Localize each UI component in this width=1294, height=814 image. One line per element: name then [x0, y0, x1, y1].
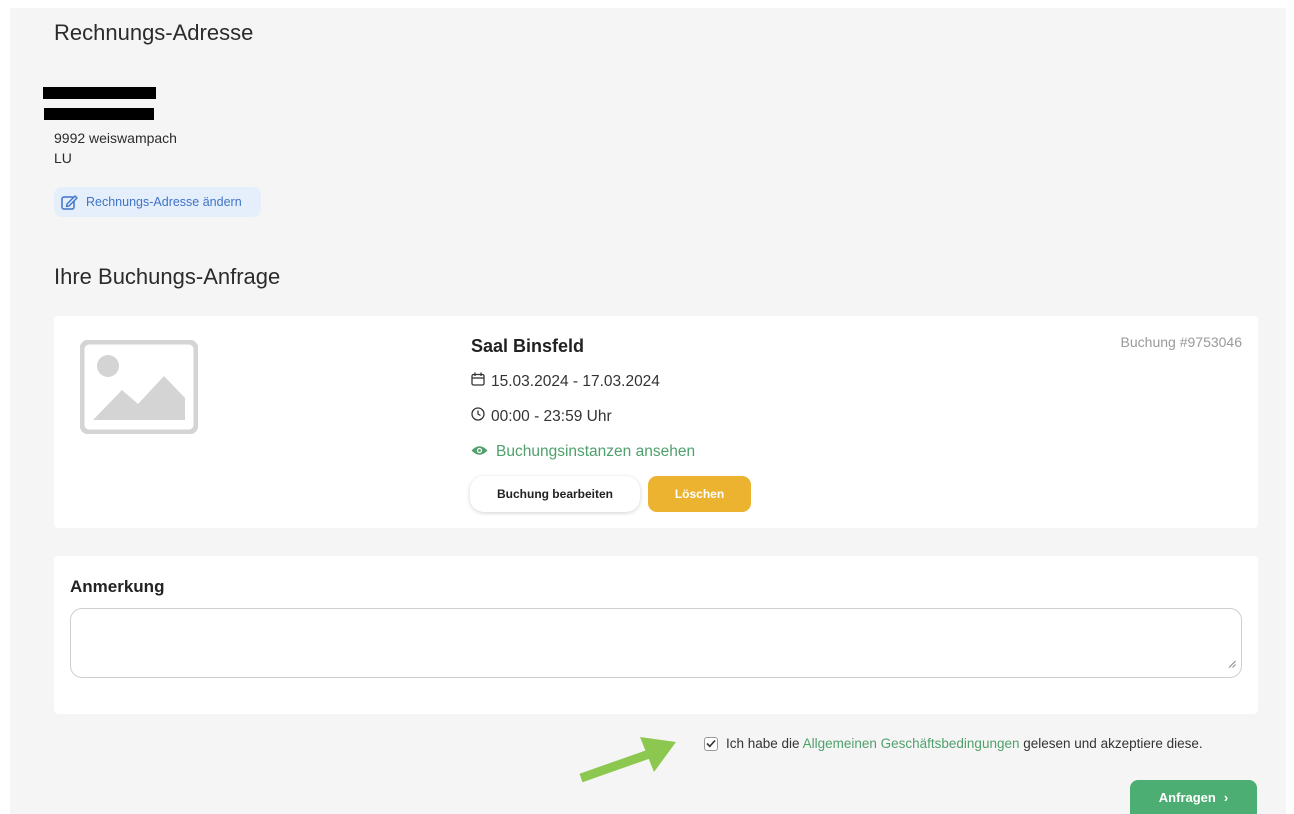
delete-booking-button[interactable]: Löschen	[648, 476, 751, 512]
terms-row: Ich habe die Allgemeinen Geschäftsbeding…	[704, 736, 1203, 751]
calendar-icon	[471, 372, 485, 391]
redacted-name	[43, 87, 156, 99]
terms-text: Ich habe die Allgemeinen Geschäftsbeding…	[726, 736, 1203, 751]
note-textarea[interactable]	[70, 608, 1242, 678]
booking-heading: Ihre Buchungs-Anfrage	[54, 264, 281, 289]
terms-link[interactable]: Allgemeinen Geschäftsbedingungen	[803, 736, 1020, 751]
image-placeholder-icon	[79, 339, 199, 439]
terms-prefix: Ich habe die	[726, 736, 800, 751]
address-city-line: 9992 weiswampach	[54, 130, 177, 146]
note-card: Anmerkung	[54, 556, 1258, 714]
submit-request-button[interactable]: Anfragen ›	[1130, 780, 1257, 814]
checkmark-icon	[706, 739, 716, 748]
arrow-annotation-icon	[578, 736, 680, 789]
chevron-right-icon: ›	[1223, 789, 1229, 805]
note-label: Anmerkung	[70, 577, 165, 596]
address-country-line: LU	[54, 150, 72, 166]
date-range-text: 15.03.2024 - 17.03.2024	[491, 372, 660, 390]
edit-booking-button[interactable]: Buchung bearbeiten	[470, 476, 640, 512]
booking-id: Buchung #9753046	[1120, 334, 1242, 350]
date-row: 15.03.2024 - 17.03.2024	[471, 372, 660, 391]
redacted-street	[44, 108, 154, 120]
submit-request-label: Anfragen	[1158, 789, 1216, 805]
pencil-square-icon	[61, 194, 79, 210]
time-row: 00:00 - 23:59 Uhr	[471, 407, 612, 426]
booking-card: Saal Binsfeld Buchung #9753046 15.03.202…	[54, 316, 1258, 528]
time-range-text: 00:00 - 23:59 Uhr	[491, 407, 612, 425]
billing-heading: Rechnungs-Adresse	[54, 20, 254, 45]
terms-checkbox[interactable]	[704, 736, 718, 751]
terms-suffix: gelesen und akzeptiere diese.	[1023, 736, 1203, 751]
clock-icon	[471, 407, 485, 426]
view-instances-link[interactable]: Buchungsinstanzen ansehen	[471, 443, 695, 461]
eye-icon	[471, 443, 488, 461]
edit-billing-address-button[interactable]: Rechnungs-Adresse ändern	[54, 187, 261, 217]
venue-name: Saal Binsfeld	[471, 336, 585, 356]
edit-billing-address-label: Rechnungs-Adresse ändern	[86, 195, 242, 209]
view-instances-label: Buchungsinstanzen ansehen	[496, 443, 696, 460]
